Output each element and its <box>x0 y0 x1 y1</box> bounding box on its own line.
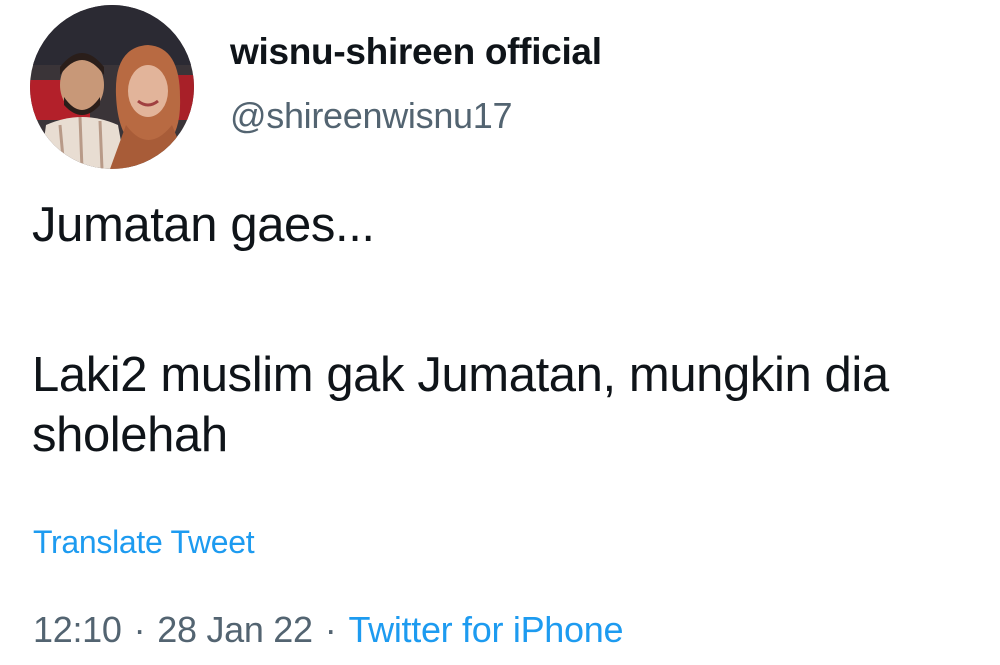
tweet-card: wisnu-shireen official @shireenwisnu17 J… <box>0 0 1000 665</box>
user-handle[interactable]: @shireenwisnu17 <box>230 93 602 139</box>
meta-separator: · <box>133 609 146 650</box>
author-names: wisnu-shireen official @shireenwisnu17 <box>230 29 602 139</box>
meta-separator: · <box>324 609 337 650</box>
tweet-date[interactable]: 28 Jan 22 <box>157 609 313 650</box>
display-name[interactable]: wisnu-shireen official <box>230 29 602 75</box>
profile-photo-icon <box>30 5 194 169</box>
tweet-text-line: Laki2 muslim gak Jumatan, mungkin dia sh… <box>32 348 889 462</box>
tweet-text-line: Jumatan gaes... <box>32 198 375 252</box>
tweet-header: wisnu-shireen official @shireenwisnu17 <box>30 5 602 169</box>
tweet-meta: 12:10 · 28 Jan 22 · Twitter for iPhone <box>33 608 623 652</box>
tweet-text: Jumatan gaes... Laki2 muslim gak Jumatan… <box>32 195 982 465</box>
tweet-time[interactable]: 12:10 <box>33 609 122 650</box>
tweet-source-link[interactable]: Twitter for iPhone <box>348 609 623 650</box>
avatar[interactable] <box>30 5 194 169</box>
translate-tweet-link[interactable]: Translate Tweet <box>33 522 255 562</box>
